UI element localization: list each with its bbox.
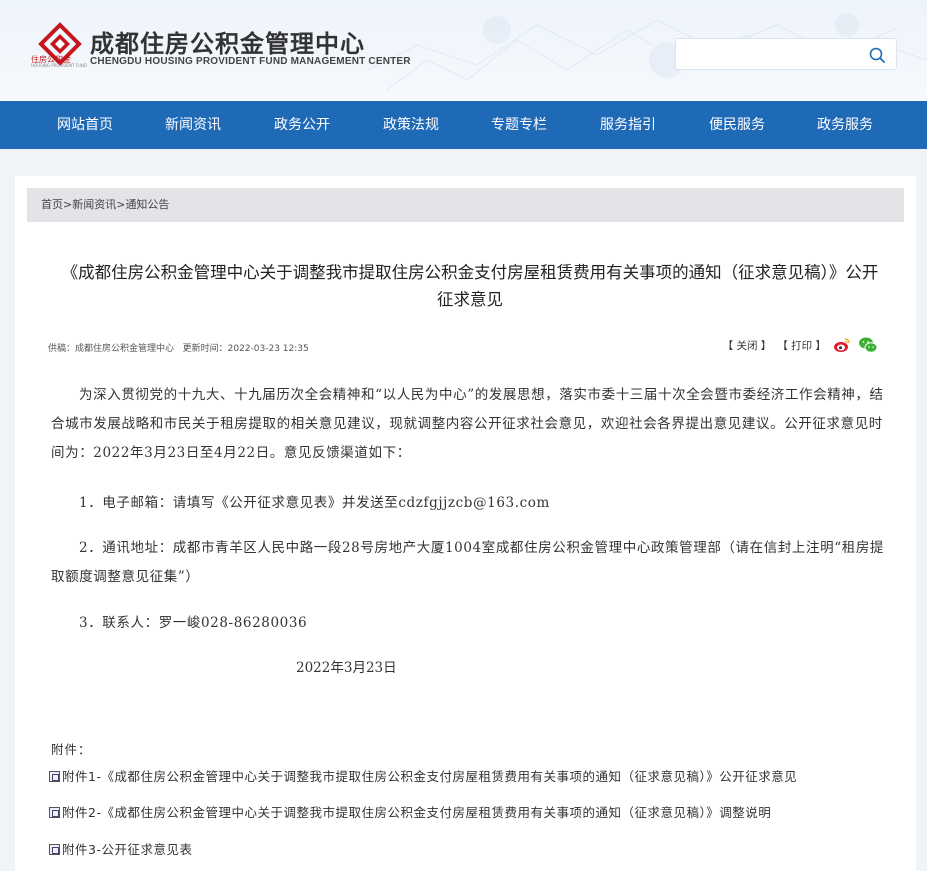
attachment-link[interactable]: 附件1-《成都住房公积金管理中心关于调整我市提取住房公积金支付房屋租赁费用有关事… [49,768,889,786]
breadcrumb-home[interactable]: 首页 [41,198,63,211]
nav-item-policies[interactable]: 政策法规 [383,101,439,149]
nav-item-home[interactable]: 网站首页 [57,101,113,149]
article-meta: 供稿：成都住房公积金管理中心 更新时间：2022-03-23 12:35 [48,341,309,354]
brand-name-cn: 成都住房公积金管理中心 [90,30,365,58]
content-card: 首页>新闻资讯>通知公告 《成都住房公积金管理中心关于调整我市提取住房公积金支付… [15,176,916,871]
breadcrumb-news[interactable]: 新闻资讯 [72,198,116,211]
breadcrumb-separator: > [63,198,73,211]
article-paragraph: 3．联系人：罗一峻028-86280036 [79,615,308,631]
nav-item-news[interactable]: 新闻资讯 [165,101,221,149]
close-button[interactable]: 【 关闭 】 [723,338,772,353]
nav-item-gov-affairs[interactable]: 政务公开 [274,101,330,149]
site-header: 住房公积金 HOUSING PROVIDENT FUND 成都住房公积金管理中心… [0,0,927,101]
article-tools: 【 关闭 】 【 打印 】 [723,333,878,357]
wechat-icon[interactable] [858,335,878,355]
updated-value: 2022-03-23 12:35 [227,344,309,354]
breadcrumb: 首页>新闻资讯>通知公告 [27,188,904,222]
article-paragraph: 为深入贯彻党的十九大、十九届历次全会精神和“以人民为中心”的发展思想，落实市委十… [51,387,884,461]
article-paragraph: 2．通讯地址：成都市青羊区人民中路一段28号房地产大厦1004室成都住房公积金管… [51,540,885,585]
search-icon[interactable] [868,46,886,64]
article-date: 2022年3月23日 [296,660,397,676]
attachments-label: 附件： [51,742,92,757]
attachment-link[interactable]: 附件2-《成都住房公积金管理中心关于调整我市提取住房公积金支付房屋租赁费用有关事… [49,804,889,822]
attachment-text: 附件1-《成都住房公积金管理中心关于调整我市提取住房公积金支付房屋租赁费用有关事… [62,769,798,784]
main-nav: 网站首页 新闻资讯 政务公开 政策法规 专题专栏 服务指引 便民服务 政务服务 [0,101,927,149]
brand-name-en: CHENGDU HOUSING PROVIDENT FUND MANAGEMEN… [90,56,411,67]
source-value: 成都住房公积金管理中心 [75,344,175,354]
attachment-text: 附件3-公开征求意见表 [62,842,193,857]
nav-item-topics[interactable]: 专题专栏 [491,101,547,149]
article-title: 《成都住房公积金管理中心关于调整我市提取住房公积金支付房屋租赁费用有关事项的通知… [61,263,879,309]
doc-icon [49,844,60,855]
article-paragraph: 1．电子邮箱：请填写《公开征求意见表》并发送至cdzfgjjzcb@163.co… [79,495,550,511]
nav-item-gov-services[interactable]: 政务服务 [817,101,873,149]
attachment-text: 附件2-《成都住房公积金管理中心关于调整我市提取住房公积金支付房屋租赁费用有关事… [62,805,772,820]
updated-label: 更新时间： [182,344,228,354]
nav-item-public-services[interactable]: 便民服务 [709,101,765,149]
logo-subtext: HOUSING PROVIDENT FUND [31,63,87,68]
weibo-icon[interactable] [832,335,852,355]
search-input[interactable] [684,44,854,64]
nav-item-service-guide[interactable]: 服务指引 [600,101,656,149]
attachment-link[interactable]: 附件3-公开征求意见表 [49,841,889,859]
breadcrumb-notices[interactable]: 通知公告 [125,198,169,211]
source-label: 供稿： [48,344,76,354]
doc-icon [49,807,60,818]
print-button[interactable]: 【 打印 】 [777,338,826,353]
search-box [675,38,897,70]
doc-icon [49,771,60,782]
